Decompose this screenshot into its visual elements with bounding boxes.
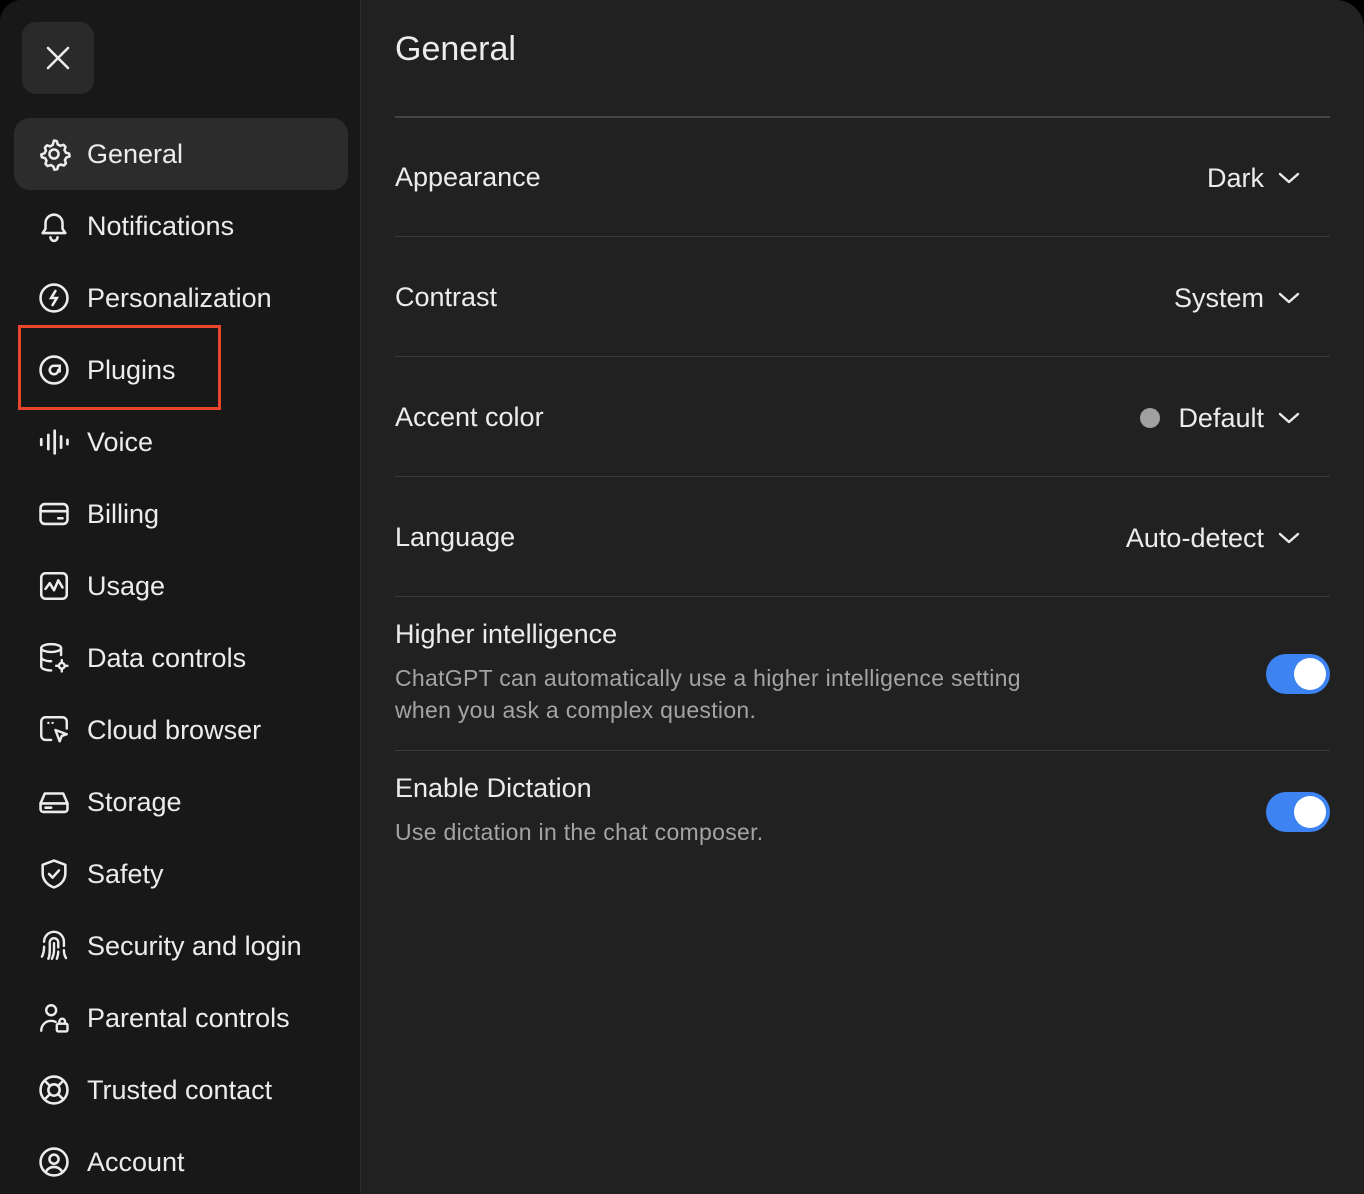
- close-button[interactable]: [22, 22, 94, 94]
- row-divider: [395, 356, 1330, 357]
- contrast-value: System: [1173, 282, 1264, 313]
- sidebar-item-label: Cloud browser: [87, 715, 262, 745]
- chevron-down-icon: [1278, 291, 1300, 305]
- accent-color-value: Default: [1178, 402, 1264, 433]
- row-divider: [395, 596, 1330, 597]
- sidebar-item-account[interactable]: Account: [14, 1126, 348, 1194]
- voice-waveform-icon: [36, 424, 72, 460]
- sidebar-item-data-controls[interactable]: Data controls: [14, 622, 348, 694]
- row-divider: [395, 750, 1330, 751]
- sidebar-item-parental-controls[interactable]: Parental controls: [14, 982, 348, 1054]
- appearance-value: Dark: [1206, 162, 1264, 193]
- sidebar-item-usage[interactable]: Usage: [14, 550, 348, 622]
- row-divider: [395, 236, 1330, 237]
- sidebar-item-label: Account: [87, 1147, 185, 1177]
- sidebar-item-plugins[interactable]: Plugins: [14, 334, 348, 406]
- dictation-description: Use dictation in the chat composer.: [395, 819, 764, 845]
- title-divider: [395, 116, 1330, 118]
- sidebar-item-safety[interactable]: Safety: [14, 838, 348, 910]
- sidebar-item-label: Usage: [87, 571, 166, 601]
- accent-color-label: Accent color: [395, 402, 544, 432]
- toggle-knob: [1294, 796, 1326, 828]
- sidebar-item-label: General: [87, 139, 184, 169]
- usage-chart-icon: [36, 568, 72, 604]
- sidebar-item-general[interactable]: General: [14, 118, 348, 190]
- contrast-dropdown[interactable]: System: [1174, 278, 1300, 318]
- chevron-down-icon: [1278, 411, 1300, 425]
- higher-intelligence-label: Higher intelligence: [395, 619, 618, 649]
- plugins-icon: [36, 352, 72, 388]
- sidebar-item-label: Voice: [87, 427, 154, 457]
- sidebar-item-storage[interactable]: Storage: [14, 766, 348, 838]
- language-label: Language: [395, 522, 516, 552]
- lifebuoy-icon: [36, 1072, 72, 1108]
- chevron-down-icon: [1278, 171, 1300, 185]
- sidebar-item-trusted-contact[interactable]: Trusted contact: [14, 1054, 348, 1126]
- row-divider: [395, 476, 1330, 477]
- credit-card-icon: [36, 496, 72, 532]
- user-circle-icon: [36, 1144, 72, 1180]
- sidebar-item-personalization[interactable]: Personalization: [14, 262, 348, 334]
- sidebar-item-label: Trusted contact: [87, 1075, 273, 1105]
- sidebar-item-security-and-login[interactable]: Security and login: [14, 910, 348, 982]
- appearance-dropdown[interactable]: Dark: [1207, 158, 1300, 198]
- database-gear-icon: [36, 640, 72, 676]
- sidebar-item-label: Security and login: [87, 931, 302, 961]
- sidebar-item-cloud-browser[interactable]: Cloud browser: [14, 694, 348, 766]
- sidebar-item-billing[interactable]: Billing: [14, 478, 348, 550]
- contrast-label: Contrast: [395, 282, 498, 312]
- settings-window: General Notifications Personalization Pl…: [0, 0, 1364, 1194]
- sidebar-item-label: Data controls: [87, 643, 247, 673]
- storage-drive-icon: [36, 784, 72, 820]
- shield-check-icon: [36, 856, 72, 892]
- settings-main-panel: General Appearance Dark Contrast System …: [361, 0, 1364, 1194]
- toggle-knob: [1294, 658, 1326, 690]
- accent-color-swatch: [1140, 408, 1161, 428]
- sidebar-item-notifications[interactable]: Notifications: [14, 190, 348, 262]
- language-value: Auto-detect: [1125, 522, 1264, 553]
- bell-icon: [36, 208, 72, 244]
- accent-color-dropdown[interactable]: Default: [1140, 398, 1300, 438]
- sidebar-item-label: Storage: [87, 787, 182, 817]
- higher-intelligence-toggle[interactable]: [1266, 654, 1330, 694]
- cloud-browser-icon: [36, 712, 72, 748]
- chevron-down-icon: [1278, 531, 1300, 545]
- personalization-icon: [36, 280, 72, 316]
- higher-intelligence-description: ChatGPT can automatically use a higher i…: [395, 665, 1021, 723]
- gear-icon: [36, 136, 72, 172]
- dictation-label: Enable Dictation: [395, 773, 592, 803]
- user-lock-icon: [36, 1000, 72, 1036]
- dictation-toggle[interactable]: [1266, 792, 1330, 832]
- sidebar-item-label: Plugins: [87, 355, 176, 385]
- page-title: General: [395, 30, 516, 68]
- x-icon: [45, 45, 71, 71]
- sidebar-item-label: Parental controls: [87, 1003, 290, 1033]
- sidebar-item-label: Safety: [87, 859, 164, 889]
- sidebar-item-label: Billing: [87, 499, 160, 529]
- language-dropdown[interactable]: Auto-detect: [1126, 518, 1300, 558]
- settings-sidebar: General Notifications Personalization Pl…: [0, 0, 361, 1194]
- appearance-label: Appearance: [395, 162, 541, 192]
- sidebar-item-voice[interactable]: Voice: [14, 406, 348, 478]
- sidebar-item-label: Personalization: [87, 283, 272, 313]
- sidebar-item-label: Notifications: [87, 211, 235, 241]
- security-fingerprint-icon: [36, 928, 72, 964]
